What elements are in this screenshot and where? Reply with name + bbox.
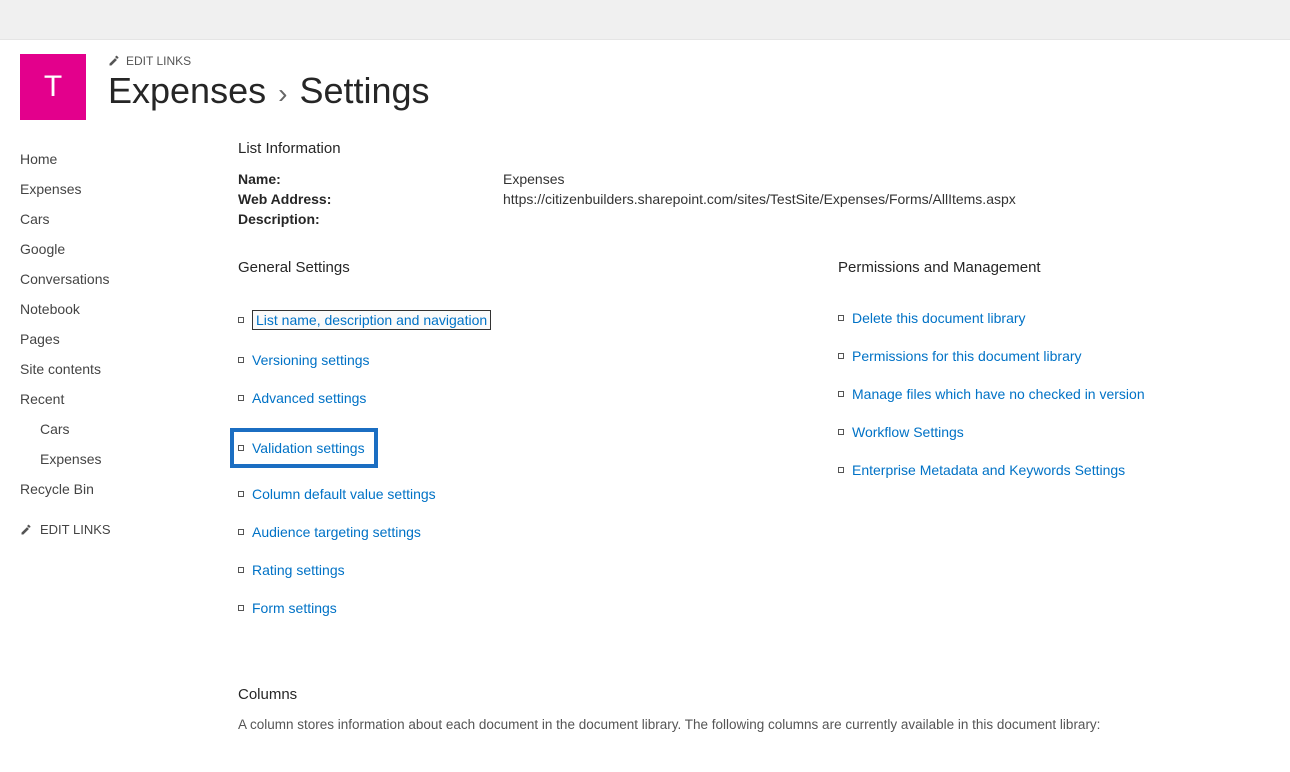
- link-advanced-settings[interactable]: Advanced settings: [252, 390, 366, 406]
- setting-item-rating: Rating settings: [238, 562, 798, 578]
- site-logo-letter: T: [44, 70, 62, 104]
- info-row-web: Web Address: https://citizenbuilders.sha…: [238, 191, 1270, 207]
- general-settings-col: General Settings List name, description …: [238, 259, 798, 638]
- edit-links-button-top[interactable]: EDIT LINKS: [108, 54, 430, 68]
- link-versioning-settings[interactable]: Versioning settings: [252, 352, 370, 368]
- setting-item-advanced: Advanced settings: [238, 390, 798, 406]
- setting-item-permissions-library: Permissions for this document library: [838, 348, 1270, 364]
- link-list-name-description[interactable]: List name, description and navigation: [252, 310, 491, 330]
- link-column-default-settings[interactable]: Column default value settings: [252, 486, 436, 502]
- setting-item-enterprise-metadata: Enterprise Metadata and Keywords Setting…: [838, 462, 1270, 478]
- bullet-icon: [838, 467, 844, 473]
- info-name-value: Expenses: [503, 171, 564, 187]
- setting-item-delete-library: Delete this document library: [838, 310, 1270, 326]
- bullet-icon: [838, 353, 844, 359]
- bullet-icon: [238, 529, 244, 535]
- breadcrumb-parent[interactable]: Expenses: [108, 70, 266, 112]
- columns-heading: Columns: [238, 686, 1270, 703]
- columns-section: Columns A column stores information abou…: [238, 686, 1270, 732]
- highlighted-validation-box: Validation settings: [230, 428, 378, 468]
- setting-item-workflow: Workflow Settings: [838, 424, 1270, 440]
- setting-item-versioning: Versioning settings: [238, 352, 798, 368]
- edit-links-button-side[interactable]: EDIT LINKS: [20, 522, 220, 537]
- nav-item-home[interactable]: Home: [20, 144, 220, 174]
- bullet-icon: [238, 395, 244, 401]
- edit-links-label: EDIT LINKS: [126, 54, 191, 68]
- bullet-icon: [838, 315, 844, 321]
- nav-item-expenses[interactable]: Expenses: [20, 174, 220, 204]
- list-info-heading: List Information: [238, 140, 1270, 157]
- bullet-icon: [238, 317, 244, 323]
- bullet-icon: [238, 445, 244, 451]
- link-workflow-settings[interactable]: Workflow Settings: [852, 424, 964, 440]
- general-settings-heading: General Settings: [238, 259, 798, 276]
- permissions-col: Permissions and Management Delete this d…: [838, 259, 1270, 638]
- link-enterprise-metadata[interactable]: Enterprise Metadata and Keywords Setting…: [852, 462, 1125, 478]
- breadcrumb: Expenses › Settings: [108, 70, 430, 112]
- link-validation-settings[interactable]: Validation settings: [252, 440, 365, 456]
- info-row-desc: Description:: [238, 211, 1270, 227]
- left-nav: Home Expenses Cars Google Conversations …: [20, 140, 220, 732]
- nav-item-recent-expenses[interactable]: Expenses: [20, 444, 220, 474]
- info-web-label: Web Address:: [238, 191, 503, 207]
- link-form-settings[interactable]: Form settings: [252, 600, 337, 616]
- permissions-heading: Permissions and Management: [838, 259, 1270, 276]
- suite-bar: [0, 0, 1290, 40]
- setting-item-manage-files: Manage files which have no checked in ve…: [838, 386, 1270, 402]
- bullet-icon: [238, 605, 244, 611]
- edit-links-side-label: EDIT LINKS: [40, 522, 111, 537]
- bullet-icon: [238, 491, 244, 497]
- setting-item-column-default: Column default value settings: [238, 486, 798, 502]
- info-web-value: https://citizenbuilders.sharepoint.com/s…: [503, 191, 1016, 207]
- bullet-icon: [238, 357, 244, 363]
- nav-item-cars[interactable]: Cars: [20, 204, 220, 234]
- nav-list: Home Expenses Cars Google Conversations …: [20, 144, 220, 504]
- info-row-name: Name: Expenses: [238, 171, 1270, 187]
- info-name-label: Name:: [238, 171, 503, 187]
- chevron-right-icon: ›: [278, 78, 287, 110]
- main-panel: List Information Name: Expenses Web Addr…: [220, 140, 1270, 732]
- nav-item-conversations[interactable]: Conversations: [20, 264, 220, 294]
- setting-item-audience: Audience targeting settings: [238, 524, 798, 540]
- bullet-icon: [838, 391, 844, 397]
- info-desc-label: Description:: [238, 211, 503, 227]
- nav-item-recycle-bin[interactable]: Recycle Bin: [20, 474, 220, 504]
- pencil-icon: [108, 55, 120, 67]
- content-area: Home Expenses Cars Google Conversations …: [0, 140, 1290, 772]
- link-delete-library[interactable]: Delete this document library: [852, 310, 1026, 326]
- setting-item-list-name: List name, description and navigation: [238, 310, 798, 330]
- bullet-icon: [838, 429, 844, 435]
- nav-item-recent[interactable]: Recent: [20, 384, 220, 414]
- settings-columns: General Settings List name, description …: [238, 259, 1270, 638]
- page-header: T EDIT LINKS Expenses › Settings: [0, 40, 1290, 140]
- nav-item-notebook[interactable]: Notebook: [20, 294, 220, 324]
- nav-item-site-contents[interactable]: Site contents: [20, 354, 220, 384]
- bullet-icon: [238, 567, 244, 573]
- link-manage-files[interactable]: Manage files which have no checked in ve…: [852, 386, 1145, 402]
- nav-item-recent-cars[interactable]: Cars: [20, 414, 220, 444]
- setting-item-form: Form settings: [238, 600, 798, 616]
- nav-item-google[interactable]: Google: [20, 234, 220, 264]
- link-audience-targeting[interactable]: Audience targeting settings: [252, 524, 421, 540]
- pencil-icon: [20, 524, 32, 536]
- header-text: EDIT LINKS Expenses › Settings: [108, 54, 430, 112]
- site-logo[interactable]: T: [20, 54, 86, 120]
- link-rating-settings[interactable]: Rating settings: [252, 562, 345, 578]
- breadcrumb-current: Settings: [299, 70, 429, 112]
- link-permissions-library[interactable]: Permissions for this document library: [852, 348, 1082, 364]
- nav-item-pages[interactable]: Pages: [20, 324, 220, 354]
